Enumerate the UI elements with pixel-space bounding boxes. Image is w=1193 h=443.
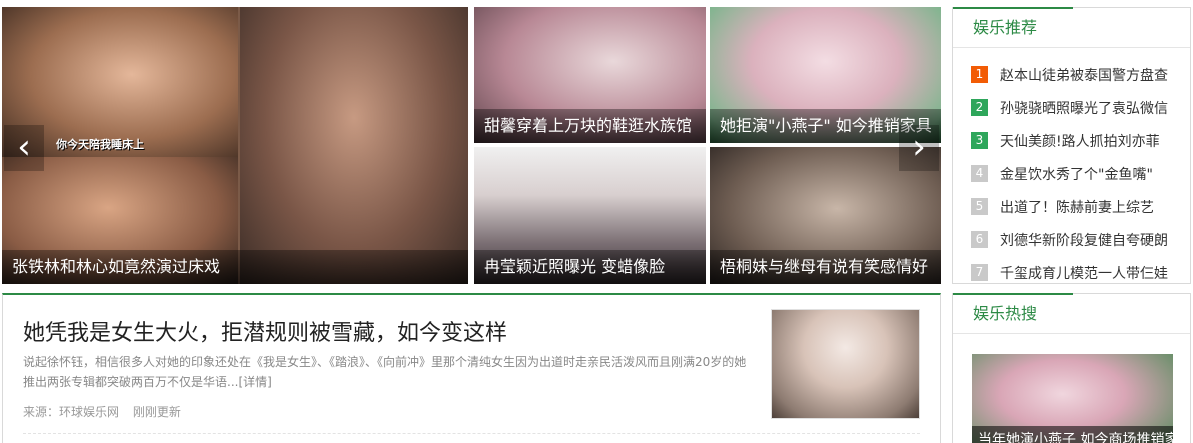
photo-caption[interactable]: 当年她演小燕子 如今商场推销家具 <box>972 426 1173 443</box>
article-meta: 来源：环球娱乐网 刚刚更新 <box>23 403 191 420</box>
rank-number-badge: 1 <box>971 66 988 83</box>
ranking-item-label[interactable]: 赵本山徒弟被泰国警方盘查 <box>1000 65 1168 85</box>
ranking-item[interactable]: 1 赵本山徒弟被泰国警方盘查 <box>971 58 1190 91</box>
summary-text: 说起徐怀钰，相信很多人对她的印象还处在《我是女生》、《踏浪》、《向前冲》里那个清… <box>23 355 747 389</box>
photo-caption[interactable]: 张铁林和林心如竟然演过床戏 <box>2 250 468 284</box>
article-title[interactable]: 她凭我是女生大火，拒潜规则被雪藏，如今变这样 <box>23 315 507 347</box>
ranking-item[interactable]: 7 千玺成育儿模范一人带仨娃 <box>971 256 1190 289</box>
ranking-item[interactable]: 5 出道了！陈赫前妻上综艺 <box>971 190 1190 223</box>
article-card: 她凭我是女生大火，拒潜规则被雪藏，如今变这样 说起徐怀钰，相信很多人对她的印象还… <box>2 293 941 443</box>
ranking-item-label[interactable]: 出道了！陈赫前妻上综艺 <box>1000 197 1154 217</box>
slider-main-photo[interactable]: 你今天陪我睡床上 张铁林和林心如竟然演过床戏 <box>2 7 468 284</box>
ranking-item-label[interactable]: 金星饮水秀了个"金鱼嘴" <box>1000 164 1153 184</box>
ranking-item[interactable]: 4 金星饮水秀了个"金鱼嘴" <box>971 157 1190 190</box>
photo-caption[interactable]: 甜馨穿着上万块的鞋逛水族馆 <box>474 109 706 143</box>
slider-prev-arrow-icon[interactable]: ‹ <box>4 125 44 171</box>
photo-caption[interactable]: 冉莹颖近照曝光 变蜡像脸 <box>474 250 706 284</box>
article-thumbnail[interactable] <box>771 309 920 419</box>
ranking-list: 1 赵本山徒弟被泰国警方盘查 2 孙骁骁晒照曝光了袁弘微信 3 天仙美颜!路人抓拍刘亦菲 4… <box>953 48 1190 289</box>
ranking-item[interactable]: 3 天仙美颜!路人抓拍刘亦菲 <box>971 124 1190 157</box>
recommend-panel: 娱乐推荐 1 赵本山徒弟被泰国警方盘查 2 孙骁骁晒照曝光了袁弘微信 3 天仙美颜!路人抓… <box>952 7 1191 284</box>
article-time: 刚刚更新 <box>132 405 181 419</box>
ranking-item-label[interactable]: 千玺成育儿模范一人带仨娃 <box>1000 263 1168 283</box>
page: 你今天陪我睡床上 张铁林和林心如竟然演过床戏 甜馨穿着上万块的鞋逛水族馆 她拒演… <box>0 0 1193 443</box>
rank-number-badge: 2 <box>971 99 988 116</box>
photo-slider: 你今天陪我睡床上 张铁林和林心如竟然演过床戏 甜馨穿着上万块的鞋逛水族馆 她拒演… <box>2 7 941 284</box>
article-source: 来源：环球娱乐网 <box>23 405 120 419</box>
ranking-item-label[interactable]: 刘德华新阶段复健自夸硬朗 <box>1000 230 1168 250</box>
panel-title: 娱乐推荐 <box>973 18 1038 37</box>
rank-number-badge: 6 <box>971 231 988 248</box>
rank-number-badge: 7 <box>971 264 988 281</box>
ranking-item[interactable]: 2 孙骁骁晒照曝光了袁弘微信 <box>971 91 1190 124</box>
rank-number-badge: 3 <box>971 132 988 149</box>
photo-subtitle: 你今天陪我睡床上 <box>56 138 144 151</box>
rank-number-badge: 5 <box>971 198 988 215</box>
slider-photo-2[interactable]: 她拒演"小燕子" 如今推销家具 <box>710 7 941 143</box>
rank-number-badge: 4 <box>971 165 988 182</box>
details-link[interactable]: [详情] <box>238 375 271 389</box>
panel-title: 娱乐热搜 <box>973 304 1038 323</box>
hot-search-photo[interactable]: 当年她演小燕子 如今商场推销家具 <box>972 354 1173 443</box>
slider-photo-3[interactable]: 冉莹颖近照曝光 变蜡像脸 <box>474 147 706 284</box>
ranking-item-label[interactable]: 孙骁骁晒照曝光了袁弘微信 <box>1000 98 1168 118</box>
panel-header: 娱乐推荐 <box>953 7 1190 48</box>
article-summary: 说起徐怀钰，相信很多人对她的印象还处在《我是女生》、《踏浪》、《向前冲》里那个清… <box>23 352 748 392</box>
ranking-item[interactable]: 6 刘德华新阶段复健自夸硬朗 <box>971 223 1190 256</box>
hot-search-panel: 娱乐热搜 当年她演小燕子 如今商场推销家具 <box>952 293 1191 443</box>
slider-next-arrow-icon[interactable]: › <box>899 125 939 171</box>
photo-inset <box>240 7 468 284</box>
slider-photo-1[interactable]: 甜馨穿着上万块的鞋逛水族馆 <box>474 7 706 143</box>
ranking-item-label[interactable]: 天仙美颜!路人抓拍刘亦菲 <box>1000 131 1160 151</box>
panel-header: 娱乐热搜 <box>953 293 1190 334</box>
divider <box>23 433 920 434</box>
photo-caption[interactable]: 梧桐妹与继母有说有笑感情好 <box>710 250 941 284</box>
